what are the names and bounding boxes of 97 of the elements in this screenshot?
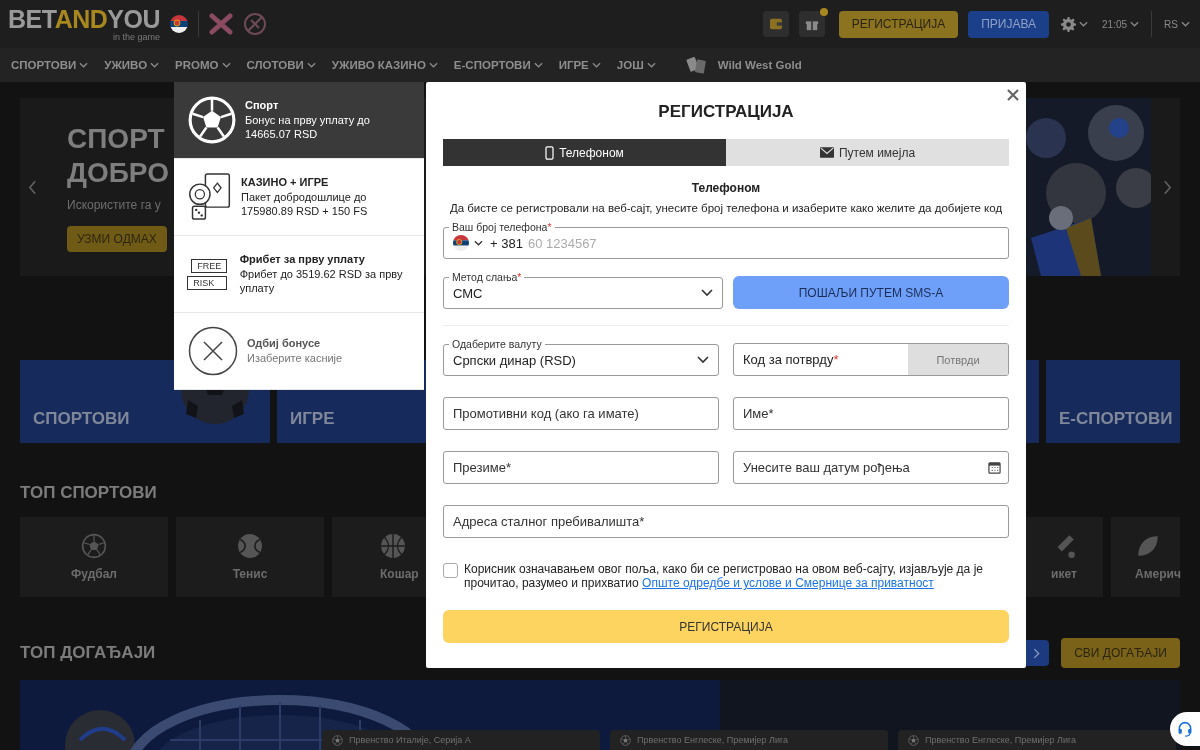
basketball-icon xyxy=(380,533,406,559)
bonus-option[interactable]: Спорт Бонус на прву уплату до 14665.07 RSD xyxy=(174,82,424,159)
bonus-description: Пакет добродошлице до 175980.89 RSD + 150 FS xyxy=(241,191,369,218)
category-card[interactable]: Е-СПОРТОВИ xyxy=(1046,360,1180,443)
league-name: Првенство Енглеске, Премијер Лига xyxy=(925,735,1077,745)
nav-item[interactable]: Wild West Gold xyxy=(685,56,802,74)
caret-icon xyxy=(1130,21,1140,27)
arrow-right-icon[interactable] xyxy=(1163,179,1172,195)
checkbox[interactable] xyxy=(443,563,458,578)
consent-text: Корисник означавањем овог поља, како би се регистровао на овом веб-сајту, изјављује да је прочитао, разумео и прихватио Опште одредбе и услове и Смернице за приватност xyxy=(464,562,984,590)
bonus-option[interactable]: КАЗИНО + ИГРЕ Пакет добродошлице до 175980.89 RSD + 150 FS xyxy=(174,159,424,236)
event-card[interactable]: Првенство Италије, Серија А xyxy=(322,730,600,750)
bonus-title: Фрибет за прву уплату xyxy=(239,253,366,266)
envelope-icon xyxy=(819,147,834,158)
register-submit-button[interactable]: РЕГИСТРАЦИЈА xyxy=(443,610,1009,643)
language-selector[interactable]: RS xyxy=(1162,18,1192,30)
chevron-right-icon xyxy=(1032,647,1040,659)
settings-icon xyxy=(1061,16,1077,32)
bonus-option[interactable]: Одбиј бонусе Изаберите касније xyxy=(174,313,424,390)
input-field[interactable]: Адреса сталног пребивалишта* xyxy=(443,505,1009,538)
nav-item[interactable]: Е-СПОРТОВИ xyxy=(453,59,543,71)
sport-tile[interactable]: икет xyxy=(1025,517,1103,597)
bonus-title: Одбиј бонусе xyxy=(247,336,322,349)
register-button[interactable]: РЕГИСТРАЦИЈА xyxy=(838,10,959,38)
instructions-text: Да бисте се регистровали на веб-сајт, унесите број телефона и изаберите како желите да добијете код xyxy=(448,201,1004,215)
input-field[interactable]: Промотивни код (ако га имате) xyxy=(443,397,719,430)
input-field[interactable]: Презиме* xyxy=(443,451,719,484)
logo[interactable]: BETANDYOU in the game xyxy=(8,6,160,42)
nav-item[interactable]: СПОРТОВИ xyxy=(11,59,89,71)
arrow-left-icon[interactable] xyxy=(28,179,37,195)
method-select[interactable]: Метод слања* СМС xyxy=(443,271,723,309)
headset-icon xyxy=(1177,721,1193,737)
wallet-icon xyxy=(768,18,783,30)
dialog-title: РЕГИСТРАЦИЈА xyxy=(657,102,795,122)
bonus-description: Бонус на прву уплату до 14665.07 RSD xyxy=(245,114,371,141)
tab[interactable]: Телефоном xyxy=(443,139,726,166)
time-selector[interactable]: 21:05 xyxy=(1100,18,1142,30)
section-heading: ТОП СПОРТОВИ xyxy=(20,483,158,503)
tennis-ball-icon xyxy=(237,533,263,559)
nav-item[interactable]: УЖИВО КАЗИНО xyxy=(331,59,438,71)
close-circle-icon xyxy=(188,326,238,376)
sport-tile[interactable]: Фудбал xyxy=(20,517,168,597)
confirmation-code-field[interactable]: Код за потврду* Потврди xyxy=(733,343,1009,376)
league-name: Првенство Енглеске, Премијер Лига xyxy=(637,735,789,745)
hero-title: СПОРТ xyxy=(67,122,165,156)
bonus-title: Спорт xyxy=(245,99,280,112)
soccer-ball-icon xyxy=(187,95,237,145)
confirm-button[interactable]: Потврди xyxy=(908,344,1008,375)
phone-icon xyxy=(545,145,555,160)
sport-tile[interactable]: Америч xyxy=(1111,517,1180,597)
hero-title: ДОБРО xyxy=(67,156,169,190)
login-button[interactable]: ПРИЈАВА xyxy=(968,10,1050,38)
terms-link[interactable]: Опште одредбе и услове и Смернице за приватност xyxy=(642,576,934,590)
notification-dot xyxy=(819,8,828,16)
section-heading: ТОП ДОГАЂАЈИ xyxy=(20,643,156,663)
nav-item[interactable]: ЈОШ xyxy=(616,59,656,71)
event-card[interactable]: Првенство Енглеске, Премијер Лига xyxy=(610,730,888,750)
phone-field[interactable]: Ваш број телефона* + 381 60 1234567 xyxy=(443,221,1009,259)
soccer-ball-icon xyxy=(332,734,343,746)
nav-item[interactable]: СЛОТОВИ xyxy=(246,59,316,71)
section-title: Телефоном xyxy=(690,181,762,195)
caret-icon xyxy=(474,240,483,246)
calendar-icon[interactable] xyxy=(988,461,1001,474)
nav-item[interactable]: PROMO xyxy=(175,59,231,71)
wallet-button[interactable] xyxy=(762,11,789,37)
cross-logo-icon xyxy=(209,12,233,36)
close-icon[interactable] xyxy=(1007,89,1019,101)
bonus-description: Фрибет до 3519.62 RSD за прву уплату xyxy=(239,268,404,295)
soccer-ball-icon xyxy=(81,533,107,559)
flag-icon[interactable] xyxy=(170,15,188,33)
currency-select[interactable]: Одаберите валуту Српски динар (RSD) xyxy=(443,338,719,376)
american-football-icon xyxy=(1135,533,1161,559)
all-events-button[interactable]: СВИ ДОГАЂАЈИ xyxy=(1061,638,1180,668)
bonus-option[interactable]: FREE RISK Фрибет за прву уплату Фрибет до 3519.62 RSD за прву уплату xyxy=(174,236,424,313)
sport-tile[interactable]: Тенис xyxy=(176,517,324,597)
phone-number-input[interactable]: 60 1234567 xyxy=(527,235,999,251)
chevron-icon xyxy=(697,356,709,364)
league-name: Првенство Италије, Серија А xyxy=(349,735,471,745)
caret-icon xyxy=(1181,21,1190,27)
event-card[interactable]: Првенство Енглеске, Премијер Лига xyxy=(898,730,1176,750)
sport-tile[interactable]: Кошар xyxy=(332,517,426,597)
flag-icon[interactable] xyxy=(453,235,469,251)
input-field[interactable]: Име* xyxy=(733,397,1009,430)
casino-chips-drawing xyxy=(187,172,233,222)
nav-item[interactable]: ИГРЕ xyxy=(558,59,601,71)
tab[interactable]: Путем имејла xyxy=(726,139,1009,166)
caret-icon xyxy=(1079,21,1089,27)
soccer-ball-icon xyxy=(620,734,631,746)
nav-item[interactable]: УЖИВО xyxy=(104,59,160,71)
gift-button[interactable] xyxy=(798,11,825,37)
date-field[interactable]: Унесите ваш датум рођења xyxy=(733,451,1009,484)
hero-subtitle: Искористите га у xyxy=(67,198,161,212)
soccer-ball-icon xyxy=(908,734,919,746)
bonus-title: КАЗИНО + ИГРЕ xyxy=(241,176,330,189)
chevron-icon xyxy=(701,289,713,297)
crossed-circle-logo-icon xyxy=(243,12,267,36)
country-code: + 381 xyxy=(490,235,523,251)
